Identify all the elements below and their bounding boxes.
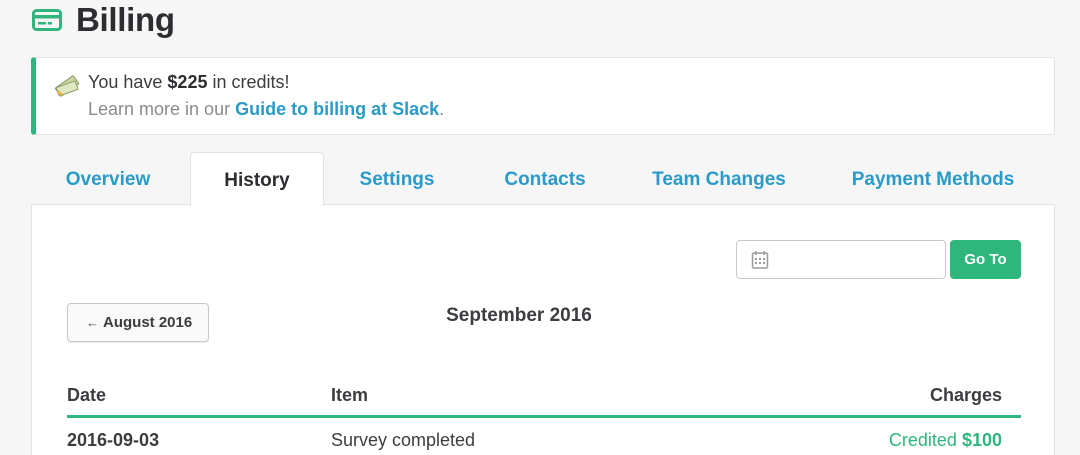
column-header-charges: Charges xyxy=(929,385,1002,405)
billing-page: Billing You have $225 in credits! Learn … xyxy=(0,0,1080,455)
row-charge: Credited $100 xyxy=(889,430,1002,451)
credit-card-icon xyxy=(32,9,62,31)
column-header-item: Item xyxy=(331,385,369,405)
page-title: Billing xyxy=(76,1,175,38)
history-panel: Go To ← August 2016 September 2016 Date … xyxy=(31,204,1055,455)
learn-prefix: Learn more in our xyxy=(88,99,236,119)
current-month-title: September 2016 xyxy=(446,305,592,326)
calendar-icon xyxy=(751,251,769,269)
go-to-button[interactable]: Go To xyxy=(950,240,1021,279)
credits-banner: You have $225 in credits! Learn more in … xyxy=(31,57,1055,135)
credits-message: You have $225 in credits! xyxy=(88,72,290,93)
learn-suffix: . xyxy=(439,99,445,119)
previous-month-button[interactable]: ← August 2016 xyxy=(67,303,209,342)
billing-tabs: Overview History Settings Contacts Team … xyxy=(31,152,1055,206)
column-header-date: Date xyxy=(67,385,107,405)
tab-payment-methods[interactable]: Payment Methods xyxy=(833,152,1033,205)
left-arrow-icon: ← xyxy=(86,315,99,330)
tab-team-changes[interactable]: Team Changes xyxy=(629,152,809,205)
charge-amount: $100 xyxy=(961,430,1002,450)
learn-more-line: Learn more in our Guide to billing at Sl… xyxy=(88,99,444,120)
date-picker-input[interactable] xyxy=(736,240,946,279)
credits-suffix: in credits! xyxy=(207,72,290,92)
money-bills-icon xyxy=(55,75,79,97)
billing-guide-link[interactable]: Guide to billing at Slack xyxy=(235,99,439,119)
tab-overview[interactable]: Overview xyxy=(31,152,185,205)
page-header: Billing xyxy=(32,0,175,40)
previous-month-label: August 2016 xyxy=(103,314,193,331)
table-header-divider xyxy=(67,415,1021,418)
tab-history[interactable]: History xyxy=(190,152,324,206)
row-date: 2016-09-03 xyxy=(67,430,160,450)
credits-amount: $225 xyxy=(167,72,208,92)
tab-settings[interactable]: Settings xyxy=(327,152,467,205)
credits-prefix: You have xyxy=(88,72,168,92)
tab-contacts[interactable]: Contacts xyxy=(471,152,619,205)
row-item: Survey completed xyxy=(331,430,476,450)
charge-status: Credited xyxy=(888,430,957,450)
